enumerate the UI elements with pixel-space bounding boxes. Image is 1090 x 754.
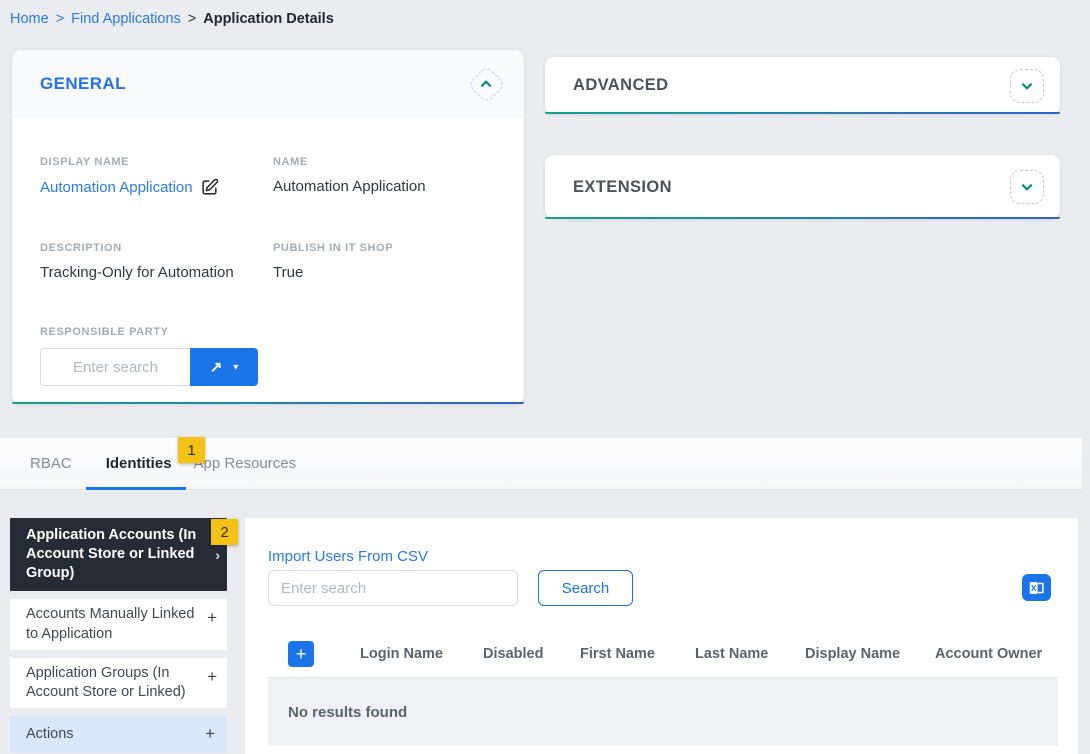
display-name-field: DISPLAY NAME Automation Application: [40, 156, 273, 197]
import-users-csv-link[interactable]: Import Users From CSV: [268, 548, 428, 565]
tab-label: Identities: [106, 455, 172, 472]
annotation-badge-1: 1: [178, 437, 205, 463]
breadcrumb: Home > Find Applications > Application D…: [10, 11, 334, 27]
general-collapse-button[interactable]: [464, 62, 508, 106]
breadcrumb-find-applications-link[interactable]: Find Applications: [71, 11, 181, 27]
sidebar-item-actions[interactable]: Actions +: [10, 716, 227, 753]
sidebar-item-application-groups[interactable]: Application Groups (In Account Store or …: [10, 658, 227, 708]
chevron-up-icon: [478, 76, 494, 92]
responsible-party-label: RESPONSIBLE PARTY: [40, 326, 273, 338]
tab-label: App Resources: [194, 455, 297, 472]
plus-icon: +: [207, 666, 217, 688]
name-value: Automation Application: [273, 178, 496, 195]
extension-panel: EXTENSION: [545, 155, 1060, 219]
identities-sidebar: Application Accounts (In Account Store o…: [10, 518, 227, 754]
empty-results-row: No results found: [268, 678, 1058, 746]
tab-label: RBAC: [30, 455, 72, 472]
accounts-table-header: + Login Name Disabled First Name Last Na…: [268, 630, 1058, 678]
svg-text:X: X: [1031, 584, 1037, 593]
tab-rbac[interactable]: RBAC: [30, 438, 72, 489]
publish-in-it-shop-label: PUBLISH IN IT SHOP: [273, 242, 496, 254]
chevron-down-icon: [1019, 179, 1035, 195]
extension-expand-button[interactable]: [1010, 170, 1044, 204]
chevron-right-icon: ›: [215, 545, 220, 563]
edit-icon[interactable]: [200, 178, 219, 197]
column-header-first-name[interactable]: First Name: [580, 646, 695, 662]
annotation-badge-2: 2: [211, 519, 238, 545]
advanced-panel-title: ADVANCED: [573, 76, 668, 95]
description-label: DESCRIPTION: [40, 242, 273, 254]
responsible-party-field: RESPONSIBLE PARTY ↗ ▾: [40, 326, 273, 386]
column-header-display-name[interactable]: Display Name: [805, 646, 935, 662]
column-header-disabled[interactable]: Disabled: [483, 646, 580, 662]
plus-icon: +: [205, 723, 215, 745]
tab-app-resources[interactable]: App Resources: [194, 438, 297, 489]
chevron-down-icon: [1019, 78, 1035, 94]
sidebar-item-label: Application Accounts (In Account Store o…: [26, 527, 196, 581]
users-search-input[interactable]: [268, 570, 518, 606]
advanced-panel: ADVANCED: [545, 57, 1060, 114]
empty-results-text: No results found: [288, 704, 407, 721]
responsible-party-picker-button[interactable]: ↗ ▾: [190, 348, 258, 386]
display-name-link[interactable]: Automation Application: [40, 179, 193, 196]
publish-in-it-shop-field: PUBLISH IN IT SHOP True: [273, 242, 496, 281]
breadcrumb-separator: >: [188, 11, 196, 27]
description-field: DESCRIPTION Tracking-Only for Automation: [40, 242, 273, 281]
sidebar-item-label: Actions: [26, 726, 74, 742]
application-details-page: Home > Find Applications > Application D…: [0, 0, 1090, 754]
export-excel-button[interactable]: X: [1022, 574, 1051, 601]
sidebar-item-label: Accounts Manually Linked to Application: [26, 606, 194, 641]
column-header-login-name[interactable]: Login Name: [360, 646, 483, 662]
column-header-account-owner[interactable]: Account Owner: [935, 646, 1058, 662]
add-account-button[interactable]: +: [288, 641, 314, 667]
display-name-label: DISPLAY NAME: [40, 156, 273, 168]
column-header-last-name[interactable]: Last Name: [695, 646, 805, 662]
general-panel: GENERAL DISPLAY NAME Automation Applicat…: [12, 50, 524, 404]
sidebar-item-application-accounts[interactable]: Application Accounts (In Account Store o…: [10, 518, 227, 591]
name-label: NAME: [273, 156, 496, 168]
publish-in-it-shop-value: True: [273, 264, 496, 281]
caret-down-icon: ▾: [233, 362, 238, 373]
sidebar-item-label: Application Groups (In Account Store or …: [26, 665, 186, 700]
general-panel-title: GENERAL: [40, 74, 126, 94]
accounts-table: + Login Name Disabled First Name Last Na…: [268, 630, 1058, 746]
sidebar-item-accounts-manually-linked[interactable]: Accounts Manually Linked to Application …: [10, 599, 227, 649]
advanced-expand-button[interactable]: [1010, 69, 1044, 103]
description-value: Tracking-Only for Automation: [40, 264, 273, 281]
detail-tabs: RBAC Identities App Resources: [0, 438, 1082, 490]
breadcrumb-current-page: Application Details: [203, 11, 334, 27]
breadcrumb-separator: >: [56, 11, 64, 27]
responsible-party-search-input[interactable]: [40, 348, 190, 386]
tab-identities[interactable]: Identities: [106, 438, 172, 489]
plus-icon: +: [207, 607, 217, 629]
breadcrumb-home-link[interactable]: Home: [10, 11, 49, 27]
extension-panel-title: EXTENSION: [573, 178, 672, 197]
identities-content-panel: Import Users From CSV Search X + Login N…: [245, 518, 1078, 754]
search-button[interactable]: Search: [538, 570, 633, 606]
expand-arrow-icon: ↗: [210, 358, 223, 376]
general-panel-header: GENERAL: [12, 50, 524, 118]
general-fields: DISPLAY NAME Automation Application NAME…: [12, 118, 524, 386]
excel-icon: X: [1027, 579, 1046, 597]
name-field: NAME Automation Application: [273, 156, 496, 197]
